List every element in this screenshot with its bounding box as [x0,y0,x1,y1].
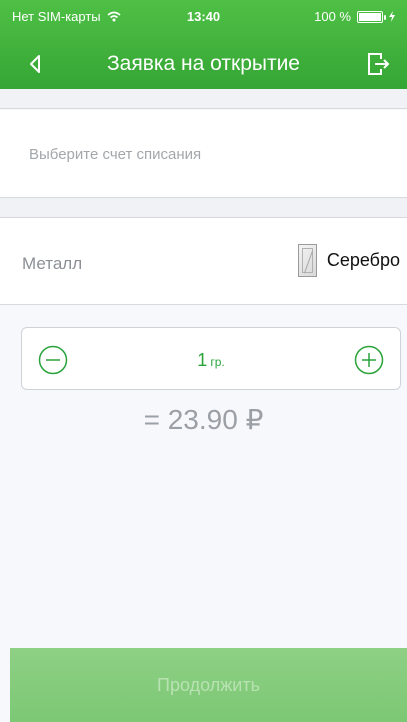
metal-value: Серебро [297,244,400,277]
quantity-stepper: 1 гр. [21,327,401,390]
plus-circle-icon[interactable] [354,345,384,375]
quantity-value: 1 [197,350,208,370]
metal-selector[interactable]: Металл Серебро [0,218,407,305]
section-spacer [0,89,407,109]
account-selector[interactable]: Выберите счет списания [0,110,407,198]
silver-bar-icon [297,244,317,277]
continue-button[interactable]: Продолжить [10,648,407,722]
battery-indicator: 100 % [314,9,395,24]
top-bar: Нет SIM-карты 13:40 100 % Заявка на откр… [0,0,407,89]
page-title: Заявка на открытие [107,52,300,75]
battery-icon [357,10,386,23]
account-placeholder: Выберите счет списания [29,146,202,163]
metal-label: Металл [22,254,83,273]
charging-icon [389,11,395,22]
quantity-display: 1 гр. [22,350,400,371]
section-spacer [0,198,407,218]
battery-label: 100 % [314,9,351,24]
nav-bar: Заявка на открытие [0,40,407,84]
status-bar: Нет SIM-карты 13:40 100 % [0,0,407,30]
metal-name: Серебро [326,250,400,270]
quantity-unit: гр. [210,355,225,369]
logout-icon[interactable] [363,50,391,78]
total-amount: = 23.90 ₽ [143,404,264,435]
